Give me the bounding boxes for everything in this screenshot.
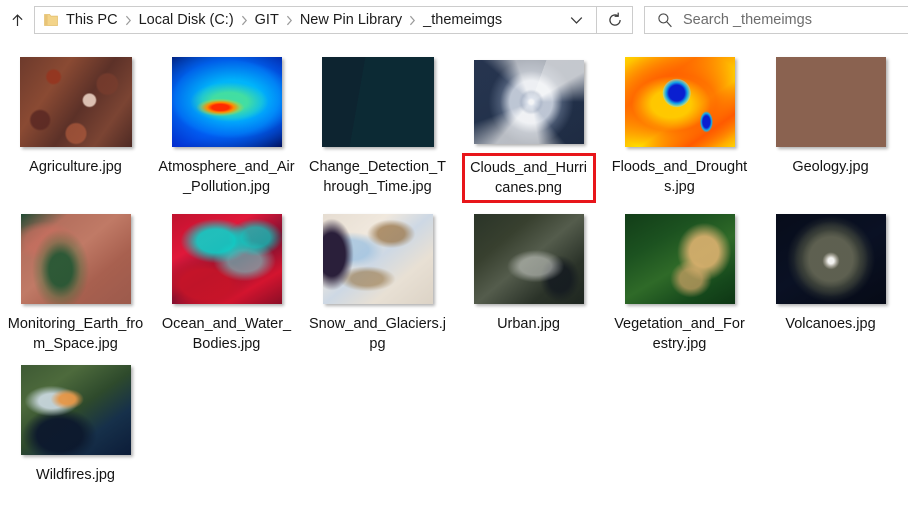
breadcrumb-separator-icon[interactable] (406, 15, 419, 26)
file-thumbnail[interactable] (473, 214, 584, 304)
file-thumbnail-container (321, 54, 434, 150)
breadcrumb-item-themeimgs[interactable]: _themeimgs (419, 9, 506, 31)
breadcrumb-item-local-disk-c[interactable]: Local Disk (C:) (135, 9, 238, 31)
refresh-button[interactable] (597, 6, 633, 34)
file-thumbnail-container (473, 54, 585, 150)
breadcrumb-item-new-pin-library[interactable]: New Pin Library (296, 9, 406, 31)
thumbnail-image (624, 57, 735, 147)
thumbnail-image (19, 57, 132, 147)
file-tile[interactable]: Vegetation_and_Forestry.jpg (604, 211, 755, 354)
file-thumbnail[interactable] (473, 60, 584, 144)
file-tile[interactable]: Urban.jpg (453, 211, 604, 354)
file-tile[interactable]: Snow_and_Glaciers.jpg (302, 211, 453, 354)
file-name-label[interactable]: Ocean_and_Water_Bodies.jpg (158, 314, 296, 354)
file-name-label[interactable]: Atmosphere_and_Air_Pollution.jpg (158, 157, 296, 197)
file-name-label[interactable]: Volcanoes.jpg (762, 314, 900, 334)
file-thumbnail[interactable] (322, 214, 433, 304)
file-thumbnail-container (775, 54, 887, 150)
file-tile[interactable]: Monitoring_Earth_from_Space.jpg (0, 211, 151, 354)
file-thumbnail-container (20, 362, 132, 458)
file-thumbnail[interactable] (20, 365, 131, 455)
thumbnail-image (171, 214, 282, 304)
navigation-bar: This PC Local Disk (C:) GIT New Pin Libr… (0, 0, 908, 40)
thumbnail-image (624, 214, 735, 304)
file-name-label[interactable]: Urban.jpg (460, 314, 598, 334)
file-thumbnail-container (19, 54, 132, 150)
file-tile[interactable]: Geology.jpg (755, 54, 906, 203)
file-name-label[interactable]: Geology.jpg (762, 157, 900, 177)
file-thumbnail[interactable] (624, 214, 735, 304)
folder-icon (42, 12, 60, 28)
file-tile[interactable]: Floods_and_Droughts.jpg (604, 54, 755, 203)
file-grid: Agriculture.jpg Atmosphere_and_Air_Pollut… (0, 40, 908, 493)
refresh-icon (607, 12, 623, 28)
file-thumbnail[interactable] (321, 57, 434, 147)
file-explorer-window: This PC Local Disk (C:) GIT New Pin Libr… (0, 0, 908, 527)
breadcrumb-separator-icon[interactable] (122, 15, 135, 26)
thumbnail-image (171, 57, 282, 147)
file-thumbnail-container (624, 54, 736, 150)
search-box[interactable]: Search _themeimgs (644, 6, 908, 34)
file-name-label[interactable]: Agriculture.jpg (7, 157, 145, 177)
file-thumbnail-container (775, 211, 887, 307)
arrow-up-icon (9, 12, 26, 29)
file-thumbnail-container (473, 211, 585, 307)
file-tile[interactable]: Ocean_and_Water_Bodies.jpg (151, 211, 302, 354)
breadcrumb-separator-icon[interactable] (238, 15, 251, 26)
file-name-label[interactable]: Vegetation_and_Forestry.jpg (611, 314, 749, 354)
file-thumbnail-container (171, 54, 283, 150)
address-bar[interactable]: This PC Local Disk (C:) GIT New Pin Libr… (34, 6, 597, 34)
thumbnail-image (775, 57, 886, 147)
thumbnail-image (775, 214, 886, 304)
file-name-label[interactable]: Clouds_and_Hurricanes.png (461, 153, 596, 203)
file-thumbnail-container (171, 211, 283, 307)
thumbnail-image (20, 365, 131, 455)
file-thumbnail[interactable] (171, 57, 282, 147)
file-thumbnail[interactable] (775, 214, 886, 304)
file-thumbnail[interactable] (775, 57, 886, 147)
breadcrumb-item-git[interactable]: GIT (251, 9, 283, 31)
file-list-view[interactable]: Agriculture.jpg Atmosphere_and_Air_Pollut… (0, 40, 908, 527)
thumbnail-image (322, 214, 433, 304)
thumbnail-image (473, 214, 584, 304)
file-thumbnail[interactable] (19, 57, 132, 147)
file-tile[interactable]: Clouds_and_Hurricanes.png (453, 54, 604, 203)
file-thumbnail-container (624, 211, 736, 307)
file-tile[interactable]: Wildfires.jpg (0, 362, 151, 485)
file-thumbnail[interactable] (20, 214, 131, 304)
file-tile[interactable]: Agriculture.jpg (0, 54, 151, 203)
file-name-label[interactable]: Floods_and_Droughts.jpg (611, 157, 749, 197)
breadcrumb: This PC Local Disk (C:) GIT New Pin Libr… (62, 9, 556, 31)
file-name-label[interactable]: Monitoring_Earth_from_Space.jpg (7, 314, 145, 354)
file-tile[interactable]: Change_Detection_Through_Time.jpg (302, 54, 453, 203)
thumbnail-image (321, 57, 434, 147)
thumbnail-image (20, 214, 131, 304)
file-tile[interactable]: Atmosphere_and_Air_Pollution.jpg (151, 54, 302, 203)
search-icon (655, 11, 675, 29)
file-thumbnail-container (322, 211, 434, 307)
thumbnail-image (473, 60, 584, 144)
file-name-label[interactable]: Snow_and_Glaciers.jpg (309, 314, 447, 354)
address-history-dropdown-button[interactable] (556, 7, 596, 33)
chevron-down-icon (570, 16, 583, 25)
search-input[interactable]: Search _themeimgs (683, 11, 812, 29)
up-one-level-button[interactable] (0, 0, 34, 40)
file-thumbnail[interactable] (171, 214, 282, 304)
file-name-label[interactable]: Wildfires.jpg (7, 465, 145, 485)
breadcrumb-item-this-pc[interactable]: This PC (62, 9, 122, 31)
file-thumbnail[interactable] (624, 57, 735, 147)
file-thumbnail-container (20, 211, 132, 307)
file-tile[interactable]: Volcanoes.jpg (755, 211, 906, 354)
breadcrumb-separator-icon[interactable] (283, 15, 296, 26)
file-name-label[interactable]: Change_Detection_Through_Time.jpg (309, 157, 447, 197)
